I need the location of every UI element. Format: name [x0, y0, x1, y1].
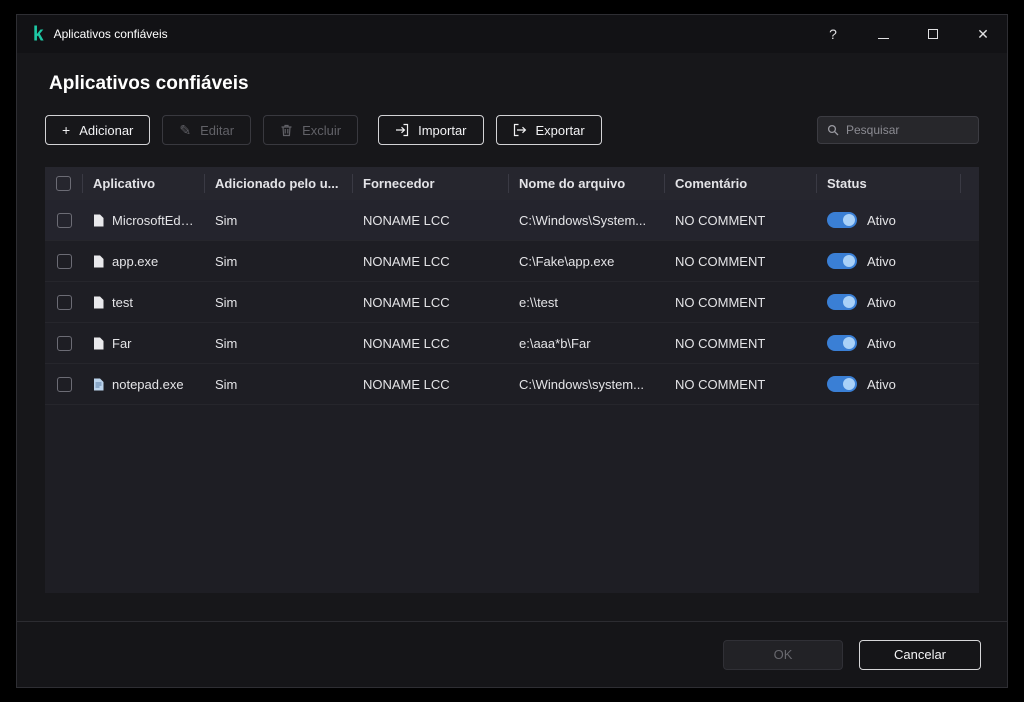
table-row[interactable]: MicrosoftEdg... Sim NONAME LCC C:\Window… — [45, 200, 979, 241]
cancel-button[interactable]: Cancelar — [859, 640, 981, 670]
table-row[interactable]: notepad.exe Sim NONAME LCC C:\Windows\sy… — [45, 364, 979, 405]
col-header-added-by[interactable]: Adicionado pelo u... — [205, 174, 353, 193]
table-row[interactable]: test Sim NONAME LCC e:\\test NO COMMENT … — [45, 282, 979, 323]
row-checkbox[interactable] — [57, 295, 72, 310]
table-row[interactable]: app.exe Sim NONAME LCC C:\Fake\app.exe N… — [45, 241, 979, 282]
file-icon — [93, 255, 104, 268]
trash-icon — [280, 124, 293, 137]
search-input[interactable] — [846, 123, 969, 137]
status-toggle[interactable] — [827, 335, 857, 351]
select-all-checkbox[interactable] — [56, 176, 71, 191]
trusted-apps-table: Aplicativo Adicionado pelo u... Forneced… — [45, 167, 979, 593]
pencil-icon: ✎ — [179, 123, 191, 137]
search-icon — [827, 124, 839, 136]
edit-button[interactable]: ✎ Editar — [162, 115, 251, 145]
add-button[interactable]: + Adicionar — [45, 115, 150, 145]
footer-bar: OK Cancelar — [17, 621, 1007, 687]
row-checkbox[interactable] — [57, 213, 72, 228]
export-icon — [513, 123, 527, 137]
col-header-file[interactable]: Nome do arquivo — [509, 174, 665, 193]
toolbar: + Adicionar ✎ Editar Excluir — [45, 115, 979, 145]
status-toggle[interactable] — [827, 294, 857, 310]
search-box — [817, 116, 979, 144]
kaspersky-logo-icon: k — [33, 24, 44, 44]
notepad-icon — [93, 378, 104, 391]
window-title: Aplicativos confiáveis — [54, 27, 168, 41]
status-label: Ativo — [867, 254, 896, 269]
row-checkbox[interactable] — [57, 254, 72, 269]
file-icon — [93, 296, 104, 309]
minimize-icon[interactable] — [875, 26, 891, 42]
status-label: Ativo — [867, 336, 896, 351]
status-toggle[interactable] — [827, 253, 857, 269]
delete-button[interactable]: Excluir — [263, 115, 358, 145]
status-label: Ativo — [867, 377, 896, 392]
help-icon[interactable]: ? — [825, 26, 841, 42]
col-header-app[interactable]: Aplicativo — [83, 174, 205, 193]
maximize-icon[interactable] — [925, 26, 941, 42]
title-bar: k Aplicativos confiáveis ? ✕ — [17, 15, 1007, 53]
export-button[interactable]: Exportar — [496, 115, 602, 145]
col-header-spacer — [961, 174, 981, 193]
dialog-content: Aplicativos confiáveis + Adicionar ✎ Edi… — [17, 53, 1007, 621]
import-button[interactable]: Importar — [378, 115, 483, 145]
status-toggle[interactable] — [827, 212, 857, 228]
row-checkbox[interactable] — [57, 377, 72, 392]
window-controls: ? ✕ — [825, 26, 991, 43]
table-row[interactable]: Far Sim NONAME LCC e:\aaa*b\Far NO COMME… — [45, 323, 979, 364]
col-header-comment[interactable]: Comentário — [665, 174, 817, 193]
row-checkbox[interactable] — [57, 336, 72, 351]
col-header-status[interactable]: Status — [817, 174, 961, 193]
status-toggle[interactable] — [827, 376, 857, 392]
ok-button[interactable]: OK — [723, 640, 843, 670]
status-label: Ativo — [867, 213, 896, 228]
dialog-window: k Aplicativos confiáveis ? ✕ Aplicativos… — [16, 14, 1008, 688]
close-icon[interactable]: ✕ — [975, 26, 991, 43]
import-icon — [395, 123, 409, 137]
col-header-vendor[interactable]: Fornecedor — [353, 174, 509, 193]
file-icon — [93, 337, 104, 350]
file-icon — [93, 214, 104, 227]
page-title: Aplicativos confiáveis — [49, 73, 979, 95]
status-label: Ativo — [867, 295, 896, 310]
table-header-row: Aplicativo Adicionado pelo u... Forneced… — [45, 167, 979, 200]
table-empty-area — [45, 405, 979, 593]
plus-icon: + — [62, 123, 70, 137]
